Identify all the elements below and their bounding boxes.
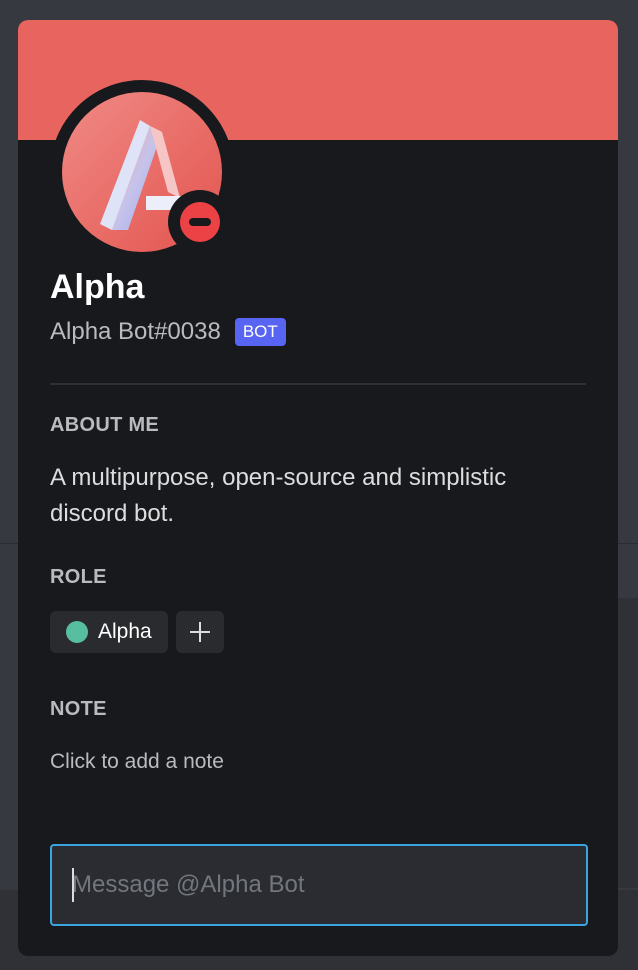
user-profile-popout: Alpha Alpha Bot#0038 BOT ABOUT ME A mult… [18, 20, 618, 956]
user-tag-row: Alpha Bot#0038 BOT [50, 318, 286, 346]
note-field[interactable]: Click to add a note [50, 750, 224, 774]
role-pill-alpha[interactable]: Alpha [50, 611, 168, 653]
user-tag: Alpha Bot#0038 [50, 318, 221, 345]
bot-badge: BOT [234, 318, 286, 346]
message-box [50, 844, 588, 926]
do-not-disturb-icon [180, 202, 220, 242]
display-name: Alpha [50, 268, 145, 306]
role-name: Alpha [98, 620, 152, 643]
add-role-button[interactable] [175, 611, 224, 653]
message-input[interactable] [52, 846, 586, 924]
status-indicator-ring [168, 190, 232, 254]
role-list: Alpha [50, 611, 224, 653]
role-color-dot [66, 621, 88, 643]
plus-icon [189, 622, 210, 642]
about-me-text: A multipurpose, open-source and simplist… [50, 464, 507, 527]
role-title: ROLE [50, 566, 107, 588]
text-caret [72, 868, 74, 902]
divider [50, 383, 586, 385]
about-me-title: ABOUT ME [50, 414, 160, 436]
note-title: NOTE [50, 698, 107, 720]
avatar-ring [50, 80, 234, 264]
